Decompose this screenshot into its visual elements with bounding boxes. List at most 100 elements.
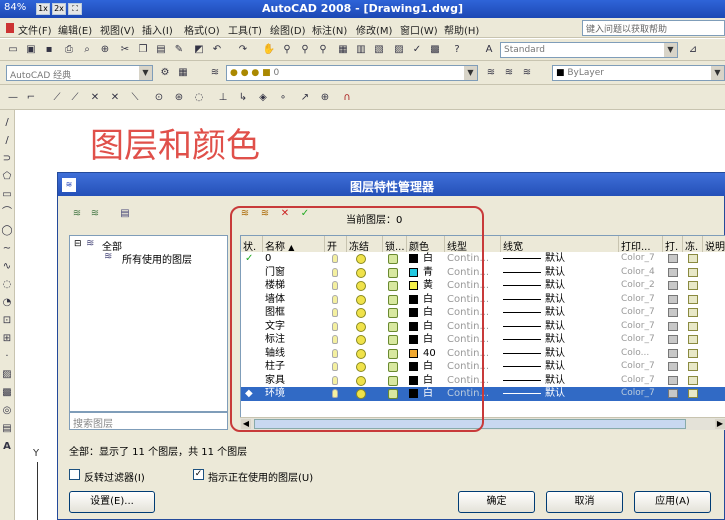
search-layer-input[interactable]: 搜索图层 [69,412,228,430]
color-select[interactable]: ■ ByLayer ▼ [552,65,725,81]
zoom-previous-icon[interactable]: ⚲ [316,43,330,57]
printer-icon[interactable] [668,335,678,344]
layer-select[interactable]: ● ● ● ■ 0 ▼ [226,65,478,81]
revcloud-icon[interactable]: ⊙ [152,91,166,105]
lineweight[interactable]: 默认 [545,266,565,280]
break-icon[interactable]: ⊡ [0,314,14,328]
properties-icon[interactable]: ▦ [336,43,350,57]
extend-icon[interactable]: ◔ [0,296,14,310]
new-group-filter-icon[interactable]: ≋ [88,207,102,221]
hatch-icon[interactable]: ∘ [276,91,290,105]
arc-icon[interactable]: ✕ [108,91,122,105]
layer-manager-icon[interactable]: ≋ [208,66,222,80]
erase-icon[interactable]: / [0,116,14,130]
redo-icon[interactable]: ↷ [236,43,250,57]
printer-icon[interactable] [668,389,678,398]
line-icon[interactable]: — [6,91,20,105]
ellipse-icon[interactable]: ◌ [192,91,206,105]
undo-icon[interactable]: ↶ [210,43,224,57]
printer-icon[interactable] [668,362,678,371]
vp-freeze-icon[interactable] [688,375,698,385]
plot-style[interactable]: Color_7 [621,293,655,307]
ok-button[interactable]: 确定 [458,491,535,513]
menu-tools[interactable]: 工具(T) [228,22,262,37]
filter-tree[interactable]: ⊟ ≋ 全部 ≋ 所有使用的图层 [69,235,228,412]
vp-freeze-icon[interactable] [688,281,698,290]
printer-icon[interactable] [668,321,678,331]
vp-freeze-icon[interactable] [688,389,698,398]
chamfer-icon[interactable]: · [0,350,14,364]
vp-freeze-icon[interactable] [688,335,698,344]
markup-icon[interactable]: ✓ [410,43,424,57]
col-plot[interactable]: 打. [663,236,683,252]
copy-icon[interactable]: ❐ [136,43,150,57]
rotate-icon[interactable]: ◯ [0,224,14,238]
join-icon[interactable]: ⊞ [0,332,14,346]
paste-icon[interactable]: ▤ [154,43,168,57]
design-center-icon[interactable]: ▥ [354,43,368,57]
menu-view[interactable]: 视图(V) [100,22,135,37]
plot-style[interactable]: Color_7 [621,252,655,266]
lineweight[interactable]: 默认 [545,252,565,266]
layer-states-manager-icon[interactable]: ▤ [118,207,132,221]
col-plot-style[interactable]: 打印... [619,236,663,252]
menu-format[interactable]: 格式(O) [184,22,220,37]
spline-icon[interactable]: ⊛ [172,91,186,105]
tree-item-used-layers[interactable]: 所有使用的图层 [122,251,192,266]
menu-file[interactable]: 文件(F) [18,22,52,37]
lineweight[interactable]: 默认 [545,333,565,347]
match-properties-icon[interactable]: ✎ [172,43,186,57]
invert-filter-checkbox[interactable] [69,469,80,480]
menu-draw[interactable]: 绘图(D) [270,22,306,37]
cancel-button[interactable]: 取消 [546,491,623,513]
dim-style-icon[interactable]: ⊿ [686,43,700,57]
preview-icon[interactable]: ⌕ [80,43,94,57]
menu-window[interactable]: 窗口(W) [400,22,438,37]
polyline-icon[interactable]: ⟋ [50,91,64,105]
table-icon[interactable]: ▤ [0,422,14,436]
tool-palettes-icon[interactable]: ▧ [372,43,386,57]
settings-button[interactable]: 设置(E)... [69,491,155,513]
vp-freeze-icon[interactable] [688,308,698,317]
menu-dimension[interactable]: 标注(N) [312,22,347,37]
vp-freeze-icon[interactable] [688,321,698,331]
printer-icon[interactable] [668,348,678,358]
app-menu-icon[interactable] [6,23,14,33]
plot-style[interactable]: Color_7 [621,306,655,320]
move-icon[interactable]: ⌒ [0,206,14,220]
lineweight[interactable]: 默认 [545,306,565,320]
fillet-icon[interactable]: ▨ [0,368,14,382]
col-lineweight[interactable]: 线宽 [501,236,619,252]
text-style-select[interactable]: Standard ▼ [500,42,678,58]
cut-icon[interactable]: ✂ [118,43,132,57]
printer-icon[interactable] [668,267,678,277]
scroll-right-arrow-icon[interactable]: ▶ [715,419,725,429]
make-current-icon[interactable]: ≋ [484,66,498,80]
plot-style[interactable]: Colo... [621,347,649,361]
vp-freeze-icon[interactable] [688,267,698,277]
publish-icon[interactable]: ⊕ [98,43,112,57]
printer-icon[interactable] [668,294,678,304]
region-tool-icon[interactable]: ◎ [0,404,14,418]
construction-line-icon[interactable]: ⌐ [24,91,38,105]
printer-icon[interactable] [668,254,678,263]
plot-style[interactable]: Color_7 [621,320,655,334]
region-icon[interactable]: ⊕ [318,91,332,105]
menu-edit[interactable]: 编辑(E) [58,22,92,37]
trim-icon[interactable]: ◌ [0,278,14,292]
block-editor-icon[interactable]: ◩ [192,43,206,57]
offset-icon[interactable]: ⬠ [0,170,14,184]
save-icon[interactable]: ▪ [42,43,56,57]
gradient-icon[interactable]: ↗ [298,91,312,105]
plot-style[interactable]: Color_4 [621,266,655,280]
zoom-window-icon[interactable]: ⚲ [298,43,312,57]
lineweight[interactable]: 默认 [545,293,565,307]
lineweight[interactable]: 默认 [545,360,565,374]
dialog-title-bar[interactable]: ≋ 图层特性管理器 [58,173,725,196]
vp-freeze-icon[interactable] [688,362,698,371]
text-style-icon[interactable]: A [482,43,496,57]
layer-previous-icon[interactable]: ≋ [502,66,516,80]
layer-states-icon[interactable]: ≋ [520,66,534,80]
magnet-icon[interactable]: ∩ [340,91,354,105]
show-used-checkbox[interactable]: ✓ [193,469,204,480]
